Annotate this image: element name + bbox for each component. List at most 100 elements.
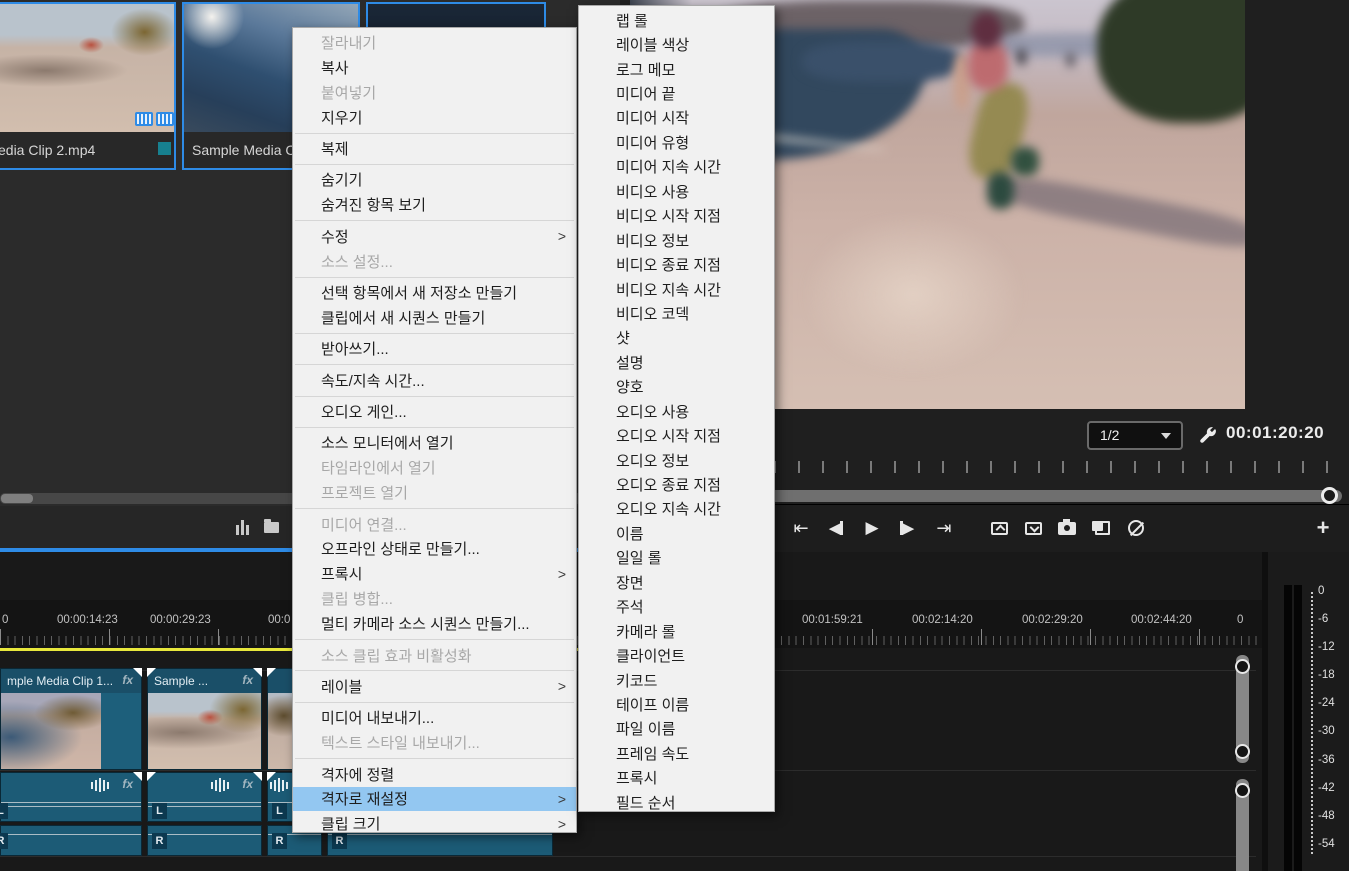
- fx-badge-icon[interactable]: fx: [122, 777, 133, 791]
- submenu-item[interactable]: 필드 순서: [579, 790, 774, 814]
- submenu-item[interactable]: 일일 롤: [579, 546, 774, 570]
- context-menu-item[interactable]: 소스 클립 효과 비활성화 >: [293, 643, 576, 668]
- submenu-item[interactable]: 오디오 사용: [579, 399, 774, 423]
- play-icon[interactable]: ▶: [859, 515, 885, 541]
- context-menu-item[interactable]: 잘라내기 >: [293, 30, 576, 55]
- playback-resolution-select[interactable]: 1/2: [1087, 421, 1183, 450]
- submenu-item[interactable]: 비디오 시작 지점: [579, 204, 774, 228]
- go-to-out-icon[interactable]: ⇥: [931, 515, 957, 541]
- context-menu-item[interactable]: 프로젝트 열기 >: [293, 480, 576, 505]
- waveform-badge-icon[interactable]: [156, 112, 174, 126]
- fx-badge-icon[interactable]: fx: [242, 777, 253, 791]
- audio-clip-2-left[interactable]: fx L: [147, 772, 262, 822]
- submenu-item[interactable]: 프레임 속도: [579, 741, 774, 765]
- submenu-item[interactable]: 키코드: [579, 668, 774, 692]
- context-menu-item[interactable]: 복제 >: [293, 136, 576, 161]
- context-menu-item[interactable]: 지우기 >: [293, 105, 576, 130]
- context-menu-item[interactable]: 숨겨진 항목 보기 >: [293, 192, 576, 217]
- submenu-item[interactable]: 오디오 정보: [579, 448, 774, 472]
- step-forward-icon[interactable]: ▶: [894, 515, 920, 541]
- volume-band[interactable]: [1, 802, 141, 803]
- video-track-scrollbar[interactable]: [1235, 655, 1250, 763]
- submenu-item[interactable]: 장면: [579, 570, 774, 594]
- filmstrip-badge-icon[interactable]: [135, 112, 153, 126]
- context-menu-item[interactable]: 소스 모니터에서 열기 >: [293, 430, 576, 455]
- audio-clip-1-left[interactable]: fx L: [0, 772, 142, 822]
- submenu-item[interactable]: 미디어 유형: [579, 130, 774, 154]
- submenu-item[interactable]: 카메라 롤: [579, 619, 774, 643]
- step-back-icon[interactable]: ◀: [823, 515, 849, 541]
- audio-clip-2-right[interactable]: R: [147, 825, 262, 856]
- context-menu-item[interactable]: 텍스트 스타일 내보내기... >: [293, 730, 576, 755]
- context-menu-item[interactable]: 선택 항목에서 새 저장소 만들기 >: [293, 280, 576, 305]
- submenu-item[interactable]: 주석: [579, 595, 774, 619]
- extract-icon[interactable]: [1020, 515, 1046, 541]
- context-menu-item[interactable]: 받아쓰기... >: [293, 336, 576, 361]
- scrollbar-knob[interactable]: [1235, 783, 1250, 798]
- context-menu-item[interactable]: 프록시 >: [293, 561, 576, 586]
- context-menu-item[interactable]: 수정 >: [293, 224, 576, 249]
- context-menu-item[interactable]: 레이블 >: [293, 674, 576, 699]
- submenu-item[interactable]: 비디오 코덱: [579, 301, 774, 325]
- submenu-item[interactable]: 비디오 종료 지점: [579, 252, 774, 276]
- volume-band[interactable]: [1, 806, 141, 807]
- context-menu-item[interactable]: 붙여넣기 >: [293, 80, 576, 105]
- new-bin-icon[interactable]: [264, 519, 279, 533]
- fx-badge-icon[interactable]: fx: [242, 673, 253, 687]
- submenu-item[interactable]: 미디어 시작: [579, 106, 774, 130]
- submenu-item[interactable]: 양호: [579, 375, 774, 399]
- comparison-view-icon[interactable]: [1088, 515, 1114, 541]
- submenu-item[interactable]: 프록시: [579, 766, 774, 790]
- submenu-item[interactable]: 오디오 시작 지점: [579, 423, 774, 447]
- icon-view-icon[interactable]: [236, 520, 252, 535]
- context-menu-item[interactable]: 오프라인 상태로 만들기... >: [293, 537, 576, 562]
- context-menu-item[interactable]: 타임라인에서 열기 >: [293, 455, 576, 480]
- video-clip-1[interactable]: mple Media Clip 1... fx: [0, 668, 142, 770]
- submenu-item[interactable]: 이름: [579, 521, 774, 545]
- submenu-item[interactable]: 비디오 지속 시간: [579, 277, 774, 301]
- scrollbar-knob[interactable]: [1235, 744, 1250, 759]
- submenu-item[interactable]: 비디오 정보: [579, 228, 774, 252]
- submenu-item[interactable]: 테이프 이름: [579, 692, 774, 716]
- context-menu-item[interactable]: 미디어 내보내기... >: [293, 705, 576, 730]
- context-menu-item[interactable]: 복사 >: [293, 55, 576, 80]
- context-menu-item[interactable]: 격자로 재설정 >: [293, 786, 576, 812]
- volume-band[interactable]: [1, 834, 141, 835]
- context-menu-item[interactable]: 속도/지속 시간... >: [293, 368, 576, 393]
- submenu-item[interactable]: 로그 메모: [579, 57, 774, 81]
- context-menu-item[interactable]: 클립 크기 >: [293, 811, 576, 836]
- submenu-item[interactable]: 랩 롤: [579, 8, 774, 32]
- submenu-item[interactable]: 레이블 색상: [579, 32, 774, 56]
- context-menu-item[interactable]: 격자에 정렬 >: [293, 762, 576, 787]
- playhead-knob[interactable]: [1321, 487, 1338, 504]
- settings-wrench-icon[interactable]: [1196, 424, 1218, 446]
- clip2-select-check[interactable]: [158, 142, 171, 155]
- submenu-item[interactable]: 미디어 끝: [579, 81, 774, 105]
- submenu-item[interactable]: 설명: [579, 350, 774, 374]
- project-scrollbar-thumb[interactable]: [1, 494, 33, 503]
- context-menu-item[interactable]: 클립 병합... >: [293, 586, 576, 611]
- multicam-toggle-icon[interactable]: [1123, 515, 1149, 541]
- add-button-icon[interactable]: +: [1310, 515, 1336, 541]
- submenu-item[interactable]: 오디오 지속 시간: [579, 497, 774, 521]
- submenu-item[interactable]: 클라이언트: [579, 643, 774, 667]
- context-menu-item[interactable]: 미디어 연결... >: [293, 512, 576, 537]
- context-menu-item[interactable]: 소스 설정... >: [293, 249, 576, 274]
- audio-clip-1-right[interactable]: R: [0, 825, 142, 856]
- video-clip-2[interactable]: Sample ... fx: [147, 668, 262, 770]
- scrollbar-knob[interactable]: [1235, 659, 1250, 674]
- submenu-item[interactable]: 비디오 사용: [579, 179, 774, 203]
- lift-icon[interactable]: [986, 515, 1012, 541]
- audio-track-scrollbar[interactable]: [1235, 779, 1250, 871]
- context-menu-item[interactable]: 클립에서 새 시퀀스 만들기 >: [293, 305, 576, 330]
- submenu-item[interactable]: 미디어 지속 시간: [579, 155, 774, 179]
- submenu-item[interactable]: 파일 이름: [579, 717, 774, 741]
- submenu-item[interactable]: 오디오 종료 지점: [579, 472, 774, 496]
- media-card-clip2[interactable]: edia Clip 2.mp4: [0, 2, 176, 170]
- context-menu-item[interactable]: 멀티 카메라 소스 시퀀스 만들기... >: [293, 611, 576, 636]
- context-menu-item[interactable]: 오디오 게인... >: [293, 399, 576, 424]
- go-to-in-icon[interactable]: ⇤: [788, 515, 814, 541]
- fx-badge-icon[interactable]: fx: [122, 673, 133, 687]
- export-frame-icon[interactable]: [1054, 515, 1080, 541]
- submenu-item[interactable]: 샷: [579, 326, 774, 350]
